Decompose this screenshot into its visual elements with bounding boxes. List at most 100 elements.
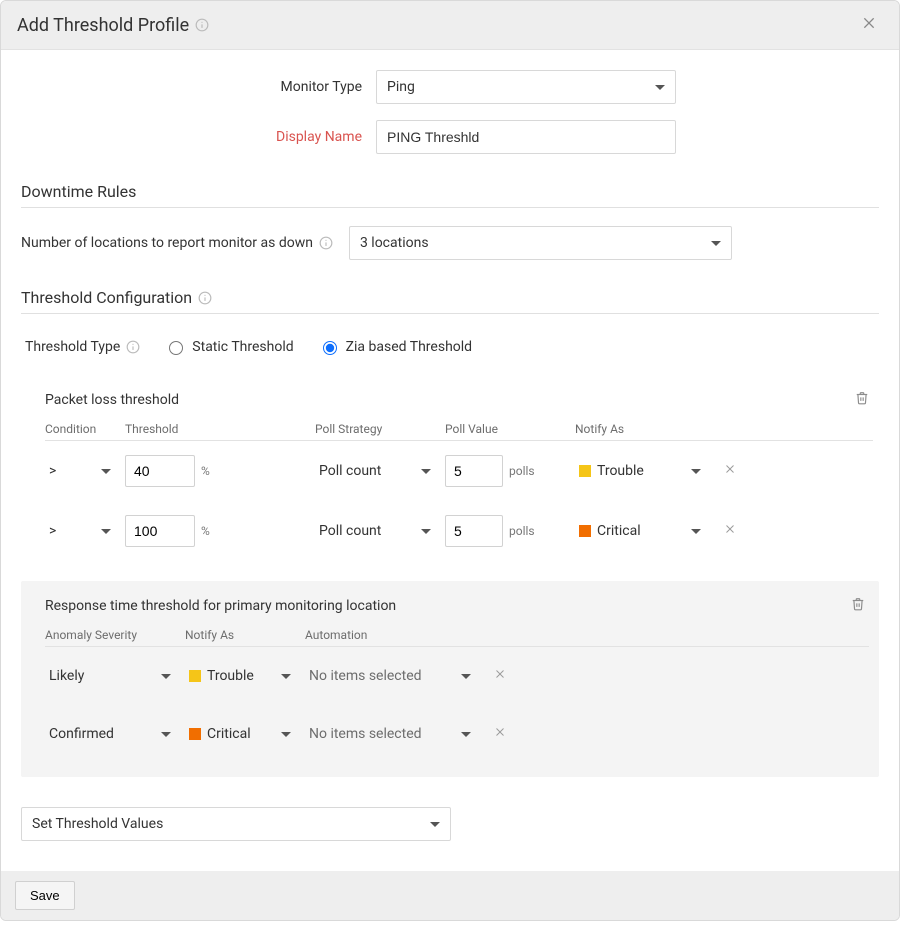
packet-loss-block: Packet loss threshold Condition Threshol… xyxy=(21,373,879,569)
packet-loss-row: > % Poll count polls xyxy=(45,501,873,561)
chevron-down-icon xyxy=(421,469,431,474)
severity-swatch xyxy=(579,525,591,537)
downtime-locations-select[interactable]: 3 locations xyxy=(349,226,732,260)
chevron-down-icon xyxy=(461,732,471,737)
condition-value: > xyxy=(49,523,56,539)
chevron-down-icon xyxy=(430,822,440,827)
zia-threshold-radio-input[interactable] xyxy=(323,341,337,355)
remove-row-icon[interactable] xyxy=(485,667,515,685)
response-time-header: Response time threshold for primary moni… xyxy=(45,595,869,616)
automation-select[interactable]: No items selected xyxy=(305,661,475,691)
col-notify: Notify As xyxy=(575,422,705,436)
severity-swatch xyxy=(189,728,201,740)
threshold-config-heading-text: Threshold Configuration xyxy=(21,288,192,307)
dialog-title-text: Add Threshold Profile xyxy=(17,15,189,36)
notify-as-value: Critical xyxy=(207,726,251,742)
chevron-down-icon xyxy=(101,469,111,474)
col-strategy: Poll Strategy xyxy=(315,422,435,436)
response-time-columns: Anomaly Severity Notify As Automation xyxy=(45,620,869,647)
trash-icon[interactable] xyxy=(847,595,869,616)
col-notify: Notify As xyxy=(185,628,295,642)
remove-row-icon[interactable] xyxy=(715,522,745,540)
info-icon[interactable] xyxy=(126,340,140,354)
monitor-type-value: Ping xyxy=(387,79,415,95)
downtime-rules-heading: Downtime Rules xyxy=(21,182,879,208)
anomaly-severity-select[interactable]: Confirmed xyxy=(45,719,175,749)
chevron-down-icon xyxy=(101,529,111,534)
poll-value-input[interactable] xyxy=(445,515,503,547)
poll-strategy-select[interactable]: Poll count xyxy=(315,516,435,546)
zia-threshold-radio[interactable]: Zia based Threshold xyxy=(318,338,472,355)
display-name-label: Display Name xyxy=(21,129,376,145)
chevron-down-icon xyxy=(691,529,701,534)
percent-unit: % xyxy=(201,524,210,538)
automation-select[interactable]: No items selected xyxy=(305,719,475,749)
static-threshold-radio-label: Static Threshold xyxy=(192,339,293,355)
chevron-down-icon xyxy=(281,732,291,737)
display-name-input[interactable] xyxy=(376,120,676,154)
chevron-down-icon xyxy=(711,241,721,246)
close-icon[interactable] xyxy=(855,13,883,37)
poll-strategy-value: Poll count xyxy=(319,523,381,539)
notify-as-select[interactable]: Trouble xyxy=(185,661,295,691)
col-value: Poll Value xyxy=(445,422,565,436)
anomaly-severity-select[interactable]: Likely xyxy=(45,661,175,691)
monitor-type-label: Monitor Type xyxy=(21,79,376,95)
notify-as-select[interactable]: Critical xyxy=(185,719,295,749)
response-time-block: Response time threshold for primary moni… xyxy=(21,581,879,777)
poll-strategy-select[interactable]: Poll count xyxy=(315,456,435,486)
severity-swatch xyxy=(189,670,201,682)
downtime-locations-value: 3 locations xyxy=(360,235,429,251)
monitor-type-select[interactable]: Ping xyxy=(376,70,676,104)
add-threshold-profile-dialog: Add Threshold Profile Monitor Type Ping … xyxy=(0,0,900,921)
trash-icon[interactable] xyxy=(851,389,873,410)
poll-value-input[interactable] xyxy=(445,455,503,487)
threshold-type-label: Threshold Type xyxy=(25,339,120,355)
automation-value: No items selected xyxy=(309,726,422,742)
threshold-type-label-wrap: Threshold Type xyxy=(25,339,140,355)
threshold-type-row: Threshold Type Static Threshold Zia base… xyxy=(21,332,879,361)
dialog-footer: Save xyxy=(1,871,899,920)
notify-as-select[interactable]: Critical xyxy=(575,516,705,546)
static-threshold-radio[interactable]: Static Threshold xyxy=(164,338,293,355)
monitor-type-row: Monitor Type Ping xyxy=(21,70,879,104)
remove-row-icon[interactable] xyxy=(485,725,515,743)
set-threshold-values-select[interactable]: Set Threshold Values xyxy=(21,807,451,841)
chevron-down-icon xyxy=(161,674,171,679)
packet-loss-title: Packet loss threshold xyxy=(45,392,179,408)
condition-select[interactable]: > xyxy=(45,516,115,546)
remove-row-icon[interactable] xyxy=(715,462,745,480)
polls-unit: polls xyxy=(509,524,535,538)
col-threshold: Threshold xyxy=(125,422,305,436)
info-icon[interactable] xyxy=(319,236,333,250)
notify-as-value: Critical xyxy=(597,523,641,539)
threshold-input[interactable] xyxy=(125,515,195,547)
percent-unit: % xyxy=(201,464,210,478)
chevron-down-icon xyxy=(421,529,431,534)
static-threshold-radio-input[interactable] xyxy=(169,341,183,355)
dialog-title: Add Threshold Profile xyxy=(17,15,209,36)
downtime-locations-label: Number of locations to report monitor as… xyxy=(21,235,313,251)
dialog-body: Monitor Type Ping Display Name Downtime … xyxy=(1,50,899,851)
save-button[interactable]: Save xyxy=(15,881,75,910)
severity-swatch xyxy=(579,465,591,477)
packet-loss-row: > % Poll count polls xyxy=(45,441,873,501)
threshold-type-radio-group: Static Threshold Zia based Threshold xyxy=(164,338,472,355)
info-icon[interactable] xyxy=(198,291,212,305)
automation-value: No items selected xyxy=(309,668,422,684)
col-anomaly: Anomaly Severity xyxy=(45,628,175,642)
chevron-down-icon xyxy=(161,732,171,737)
threshold-input[interactable] xyxy=(125,455,195,487)
downtime-locations-row: Number of locations to report monitor as… xyxy=(21,226,879,260)
chevron-down-icon xyxy=(655,85,665,90)
zia-threshold-radio-label: Zia based Threshold xyxy=(346,339,472,355)
chevron-down-icon xyxy=(461,674,471,679)
condition-select[interactable]: > xyxy=(45,456,115,486)
notify-as-select[interactable]: Trouble xyxy=(575,456,705,486)
info-icon[interactable] xyxy=(195,18,209,32)
polls-unit: polls xyxy=(509,464,535,478)
poll-strategy-value: Poll count xyxy=(319,463,381,479)
anomaly-severity-value: Confirmed xyxy=(49,726,114,742)
response-time-title: Response time threshold for primary moni… xyxy=(45,598,396,614)
condition-value: > xyxy=(49,463,56,479)
